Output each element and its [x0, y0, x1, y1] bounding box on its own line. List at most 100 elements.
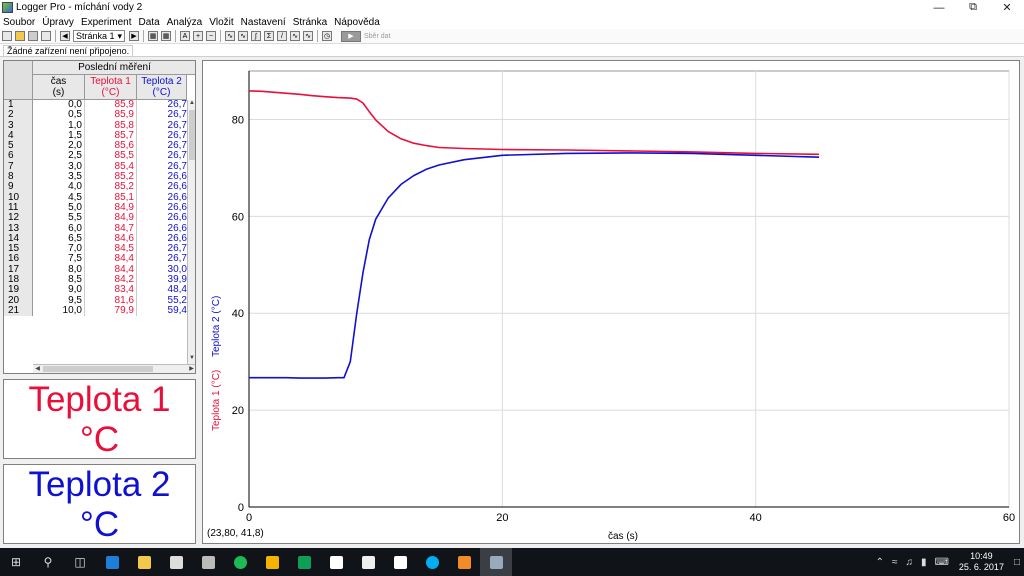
table-icon[interactable]: ▦	[148, 31, 158, 41]
scroll-down-icon[interactable]: ▼	[188, 355, 195, 364]
open-folder-icon[interactable]	[15, 31, 25, 41]
clock[interactable]: 10:49 25. 6. 2017	[959, 551, 1004, 573]
media-player-icon[interactable]	[448, 548, 480, 576]
fft-icon[interactable]: ∿	[303, 31, 313, 41]
table-row[interactable]: 21 10,0 79,9 59,4	[4, 305, 187, 317]
table-vertical-scrollbar[interactable]: ▲ ▼	[187, 100, 195, 364]
menu-analyza[interactable]: Analýza	[167, 17, 203, 28]
table-row[interactable]: 20 9,5 81,6 55,2	[4, 295, 187, 306]
table-row[interactable]: 19 9,0 83,4 48,4	[4, 285, 187, 296]
table-row[interactable]: 8 3,5 85,2 26,6	[4, 171, 187, 183]
mail-icon[interactable]	[352, 548, 384, 576]
clock-settings-icon[interactable]: ◷	[322, 31, 332, 41]
battery-icon[interactable]: ▮	[921, 557, 927, 568]
column-header-teplota-2[interactable]: Teplota 2 (°C)	[137, 75, 187, 100]
examine-icon[interactable]: ∿	[225, 31, 235, 41]
collect-button[interactable]: ▶ Sběr dat	[341, 30, 390, 42]
table-cell[interactable]: 26,6	[137, 203, 187, 213]
scroll-left-icon[interactable]: ◀	[33, 365, 42, 373]
menu-stranka[interactable]: Stránka	[293, 17, 327, 28]
menu-upravy[interactable]: Úpravy	[42, 17, 74, 28]
chevron-up-icon[interactable]: ⌃	[876, 557, 884, 568]
zoom-out-icon[interactable]: −	[206, 31, 216, 41]
print-icon[interactable]	[41, 31, 51, 41]
save-icon[interactable]	[28, 31, 38, 41]
google-drive-icon[interactable]	[256, 548, 288, 576]
spotify-icon[interactable]	[224, 548, 256, 576]
windows-start-icon[interactable]: ⊞	[0, 548, 32, 576]
table-cell[interactable]: 26,7	[137, 244, 187, 254]
task-view-icon[interactable]: ◫	[64, 548, 96, 576]
file-explorer-icon[interactable]	[128, 548, 160, 576]
table-row[interactable]: 4 1,5 85,7 26,7	[4, 130, 187, 142]
table-row[interactable]: 1 0,0 85,9 26,7	[4, 99, 187, 111]
graph-panel[interactable]: 0 20 40 60 80 0 20 40 60 Teplota 1 (°C) Teplota …	[202, 60, 1020, 544]
curve-fit-icon[interactable]: ∿	[290, 31, 300, 41]
new-file-icon[interactable]	[2, 31, 12, 41]
meter-teplota-1[interactable]: Teplota 1 °C	[3, 379, 196, 459]
menu-napoveda[interactable]: Nápověda	[334, 17, 380, 28]
maximize-button[interactable]: ⧉	[956, 0, 990, 15]
table-cell[interactable]: 26,7	[137, 151, 187, 161]
table-row[interactable]: 3 1,0 85,8 26,7	[4, 120, 187, 131]
menu-experiment[interactable]: Experiment	[81, 17, 132, 28]
search-icon[interactable]: ⚲	[32, 548, 64, 576]
y-axis-label[interactable]: Teplota 1 (°C) Teplota 2 (°C)	[209, 221, 223, 431]
logger-pro-taskbar-icon[interactable]	[480, 548, 512, 576]
minimize-button[interactable]: —	[922, 0, 956, 15]
page-select[interactable]: Stránka 1 ▾	[73, 30, 125, 42]
back-page-icon[interactable]: ◀	[60, 31, 70, 41]
temperature-chart[interactable]: 0 20 40 60 80 0 20 40 60	[203, 61, 1019, 543]
integral-icon[interactable]: ∫	[251, 31, 261, 41]
linear-fit-icon[interactable]: /	[277, 31, 287, 41]
table-cell[interactable]: 26,6	[137, 213, 187, 223]
table-row[interactable]: 9 4,0 85,2 26,6	[4, 182, 187, 193]
close-button[interactable]: ✕	[990, 0, 1024, 15]
table-row[interactable]: 10 4,5 85,1 26,6	[4, 192, 187, 203]
table-row[interactable]: 15 7,0 84,5 26,7	[4, 243, 187, 255]
table-cell[interactable]: 59,4	[137, 306, 187, 316]
scroll-right-icon[interactable]: ▶	[187, 365, 195, 373]
table-row[interactable]: 2 0,5 85,9 26,7	[4, 109, 187, 121]
table-cell[interactable]: 79,9	[85, 305, 137, 317]
table-cell[interactable]: 26,7	[137, 254, 187, 264]
menu-nastaveni[interactable]: Nastavení	[241, 17, 286, 28]
statistics-icon[interactable]: Σ	[264, 31, 274, 41]
table-cell[interactable]: 10,0	[33, 305, 85, 317]
table-horizontal-scrollbar[interactable]: ◀ ▶	[33, 364, 195, 373]
wifi-icon[interactable]: ≈	[892, 557, 898, 568]
next-page-icon[interactable]: ▶	[129, 31, 139, 41]
table-row[interactable]: 5 2,0 85,6 26,7	[4, 140, 187, 152]
table-row[interactable]: 11 5,0 84,9 26,6	[4, 202, 187, 214]
calculator-icon[interactable]	[192, 548, 224, 576]
scroll-thumb[interactable]	[43, 366, 153, 372]
table-cell[interactable]: 26,7	[137, 100, 187, 110]
table-cell[interactable]: 26,6	[137, 193, 187, 203]
menu-vlozit[interactable]: Vložit	[209, 17, 233, 28]
table-row[interactable]: 12 5,5 84,9 26,6	[4, 212, 187, 224]
table-cell[interactable]: 30,0	[137, 265, 187, 275]
volume-icon[interactable]: ♫	[905, 557, 913, 568]
edge-icon[interactable]	[96, 548, 128, 576]
table-row[interactable]: 7 3,0 85,4 26,7	[4, 161, 187, 173]
autoscale-icon[interactable]: A	[180, 31, 190, 41]
zoom-in-icon[interactable]: +	[193, 31, 203, 41]
table-cell[interactable]: 26,7	[137, 162, 187, 172]
keyboard-icon[interactable]: ⌨	[934, 557, 948, 568]
table-row[interactable]: 14 6,5 84,6 26,6	[4, 233, 187, 245]
table-cell[interactable]: 39,9	[137, 275, 187, 285]
table-cell[interactable]: 26,7	[137, 141, 187, 151]
table-cell[interactable]: 26,7	[137, 110, 187, 120]
table-cell[interactable]: 26,6	[137, 182, 187, 192]
table-row[interactable]: 13 6,0 84,7 26,6	[4, 223, 187, 234]
table-cell[interactable]: 26,7	[137, 121, 187, 131]
data-table[interactable]: Poslední měření čas (s) Teplota 1 (°C) T…	[3, 60, 196, 374]
menu-soubor[interactable]: Soubor	[3, 17, 35, 28]
table-cell[interactable]: 26,7	[137, 131, 187, 141]
notifications-icon[interactable]: □	[1014, 557, 1020, 568]
sheets-icon[interactable]	[288, 548, 320, 576]
table-cell[interactable]: 26,6	[137, 172, 187, 182]
menu-data[interactable]: Data	[139, 17, 160, 28]
scroll-up-icon[interactable]: ▲	[188, 100, 195, 109]
tangent-icon[interactable]: ∿	[238, 31, 248, 41]
